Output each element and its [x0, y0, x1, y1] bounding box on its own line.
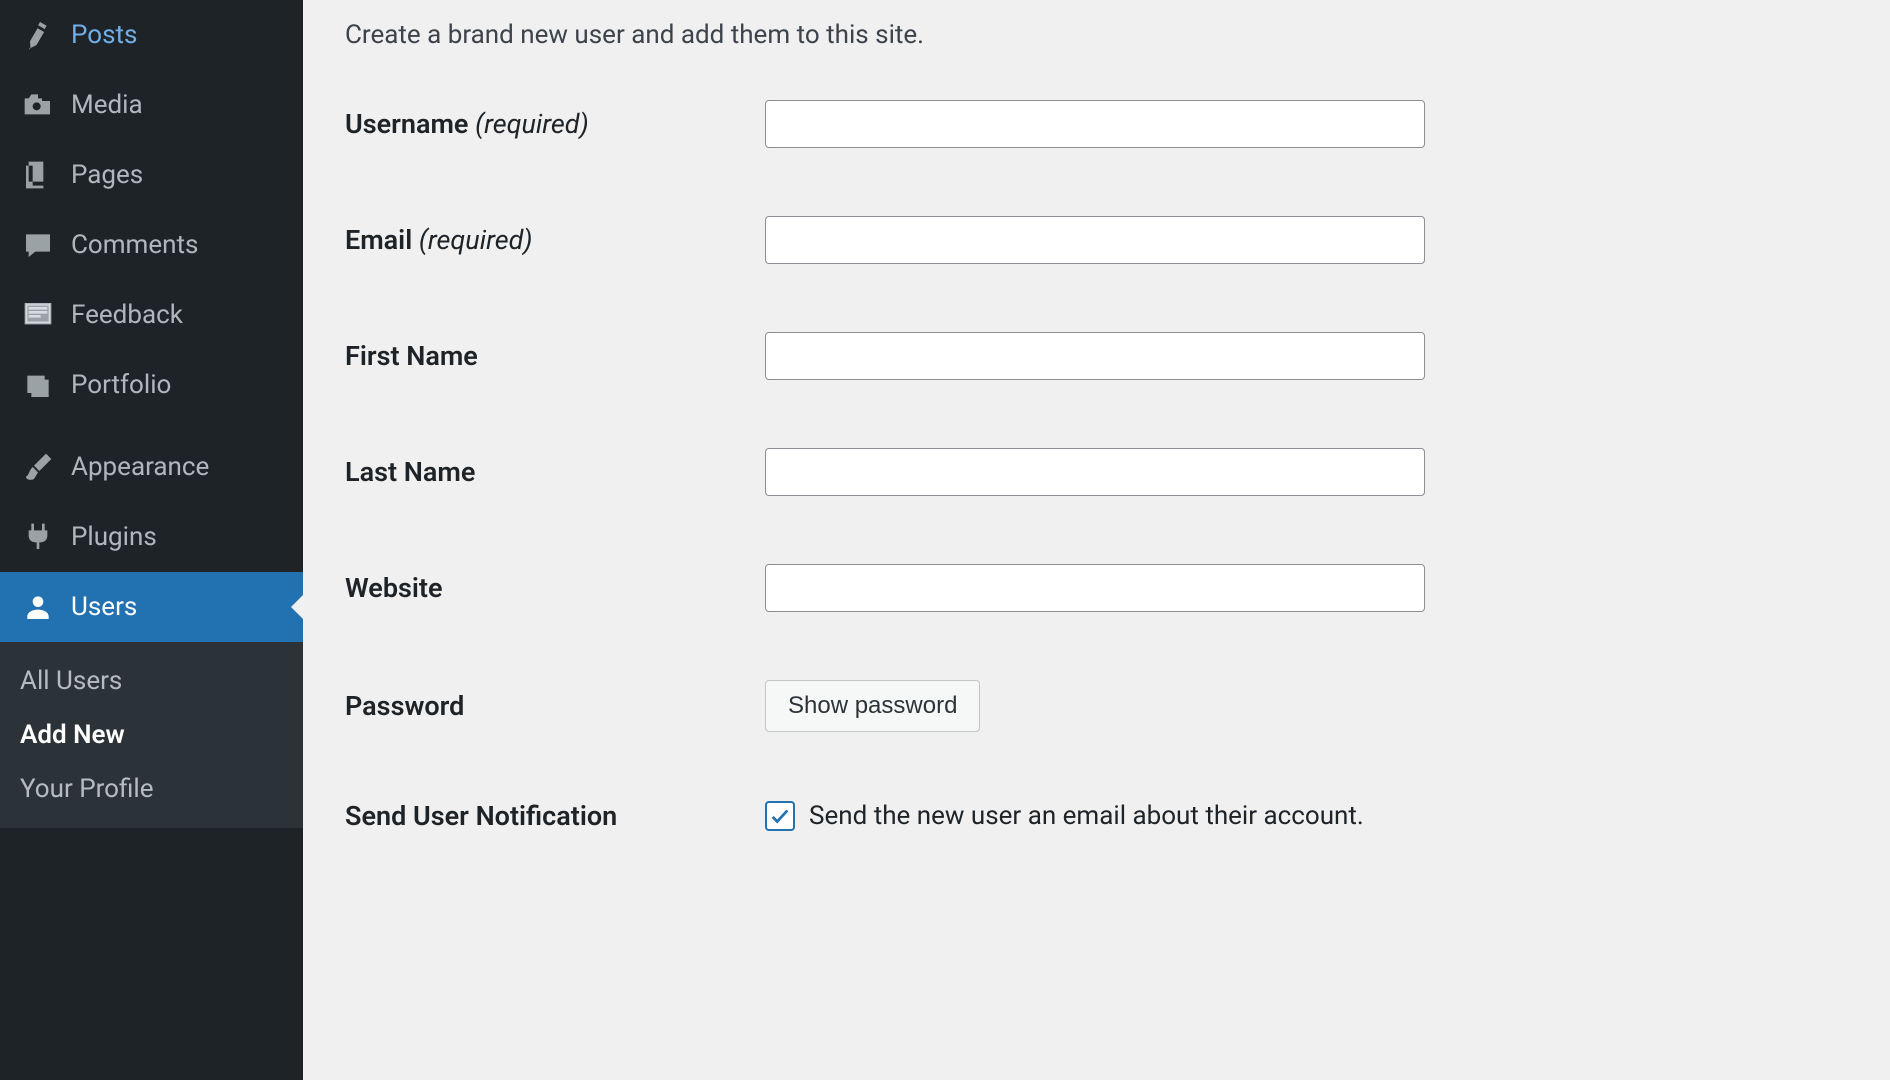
feedback-icon: [20, 297, 56, 333]
plug-icon: [20, 519, 56, 555]
comment-icon: [20, 227, 56, 263]
sidebar-item-comments[interactable]: Comments: [0, 210, 303, 280]
label-last-name: Last Name: [345, 456, 765, 488]
notification-checkbox-label[interactable]: Send the new user an email about their a…: [809, 801, 1364, 831]
label-username: Username (required): [345, 108, 765, 140]
sidebar-item-label: Appearance: [71, 452, 209, 482]
email-input[interactable]: [765, 216, 1425, 264]
admin-sidebar: Posts Media Pages Comments Feedback Port…: [0, 0, 303, 1080]
first-name-input[interactable]: [765, 332, 1425, 380]
label-email: Email (required): [345, 224, 765, 256]
sidebar-item-pages[interactable]: Pages: [0, 140, 303, 210]
sidebar-item-label: Feedback: [71, 300, 183, 330]
page-subtitle: Create a brand new user and add them to …: [345, 20, 1848, 50]
submenu-your-profile[interactable]: Your Profile: [0, 762, 303, 816]
sidebar-item-posts[interactable]: Posts: [0, 0, 303, 70]
sidebar-item-feedback[interactable]: Feedback: [0, 280, 303, 350]
sidebar-separator: [0, 420, 303, 432]
camera-icon: [20, 87, 56, 123]
sidebar-item-media[interactable]: Media: [0, 70, 303, 140]
label-website: Website: [345, 572, 765, 604]
sidebar-item-label: Plugins: [71, 522, 157, 552]
sidebar-item-label: Media: [71, 90, 143, 120]
sidebar-item-users[interactable]: Users: [0, 572, 303, 642]
sidebar-item-plugins[interactable]: Plugins: [0, 502, 303, 572]
sidebar-item-label: Users: [71, 592, 137, 622]
show-password-button[interactable]: Show password: [765, 680, 980, 732]
last-name-input[interactable]: [765, 448, 1425, 496]
sidebar-item-label: Posts: [71, 20, 137, 50]
pin-icon: [20, 17, 56, 53]
row-first-name: First Name: [345, 332, 1848, 380]
pages-icon: [20, 157, 56, 193]
submenu-all-users[interactable]: All Users: [0, 654, 303, 708]
sidebar-item-appearance[interactable]: Appearance: [0, 432, 303, 502]
submenu-add-new[interactable]: Add New: [0, 708, 303, 762]
label-first-name: First Name: [345, 340, 765, 372]
row-email: Email (required): [345, 216, 1848, 264]
sidebar-item-portfolio[interactable]: Portfolio: [0, 350, 303, 420]
notification-checkbox[interactable]: [765, 801, 795, 831]
main-content: Create a brand new user and add them to …: [303, 0, 1890, 1080]
row-username: Username (required): [345, 100, 1848, 148]
website-input[interactable]: [765, 564, 1425, 612]
label-password: Password: [345, 690, 765, 722]
row-website: Website: [345, 564, 1848, 612]
label-notification: Send User Notification: [345, 800, 765, 832]
users-submenu: All Users Add New Your Profile: [0, 642, 303, 828]
brush-icon: [20, 449, 56, 485]
username-input[interactable]: [765, 100, 1425, 148]
row-last-name: Last Name: [345, 448, 1848, 496]
sidebar-item-label: Pages: [71, 160, 143, 190]
sidebar-item-label: Portfolio: [71, 370, 171, 400]
sidebar-item-label: Comments: [71, 230, 198, 260]
row-notification: Send User Notification Send the new user…: [345, 800, 1848, 832]
check-icon: [769, 805, 791, 827]
user-icon: [20, 589, 56, 625]
row-password: Password Show password: [345, 680, 1848, 732]
add-user-form: Username (required) Email (required) Fir…: [345, 100, 1848, 832]
portfolio-icon: [20, 367, 56, 403]
